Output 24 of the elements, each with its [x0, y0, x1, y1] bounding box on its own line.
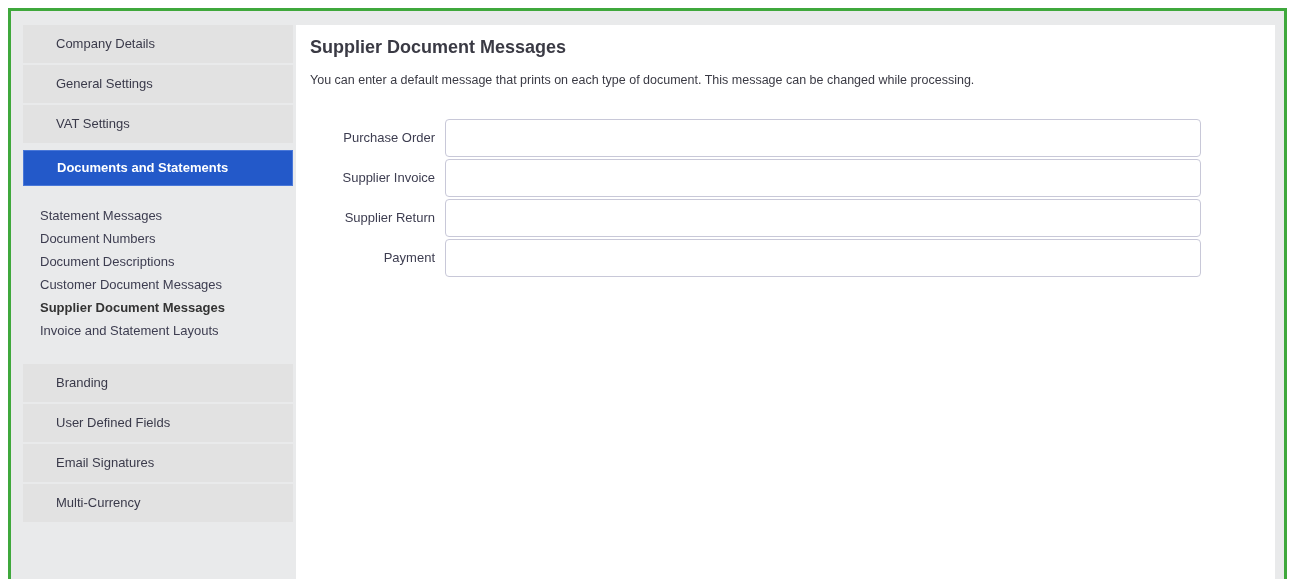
input-field[interactable] [445, 198, 1201, 237]
sidebar-subitem[interactable]: Document Descriptions [40, 253, 175, 271]
description-text: You can enter a default message that prints on each type of document. This message can be changed while processing. [310, 72, 976, 89]
input-field[interactable] [445, 118, 1201, 157]
sidebar-subitem[interactable]: Invoice and Statement Layouts [40, 322, 219, 340]
sidebar-item[interactable]: Documents and Statements [23, 150, 293, 186]
sidebar-subitem[interactable]: Customer Document Messages [40, 276, 223, 294]
field-label: Supplier Invoice [341, 169, 436, 187]
sidebar-item[interactable]: Multi-Currency [23, 484, 293, 522]
input-field[interactable] [445, 158, 1201, 197]
input-field[interactable] [445, 238, 1201, 277]
sidebar-subitem[interactable]: Statement Messages [40, 207, 163, 225]
sidebar-subitem[interactable]: Supplier Document Messages [40, 299, 225, 317]
sidebar-item[interactable]: General Settings [23, 65, 293, 103]
sidebar-item[interactable]: User Defined Fields [23, 404, 293, 442]
sidebar-item[interactable]: Company Details [23, 25, 293, 63]
field-label: Payment [382, 249, 436, 267]
sidebar-item[interactable]: Email Signatures [23, 444, 293, 482]
page-title: Supplier Document Messages [310, 36, 568, 59]
sidebar-item[interactable]: Branding [23, 364, 293, 402]
sidebar-subitem[interactable]: Document Numbers [40, 230, 156, 248]
sidebar-item[interactable]: VAT Settings [23, 105, 293, 143]
field-label: Supplier Return [343, 209, 436, 227]
field-label: Purchase Order [342, 129, 436, 147]
